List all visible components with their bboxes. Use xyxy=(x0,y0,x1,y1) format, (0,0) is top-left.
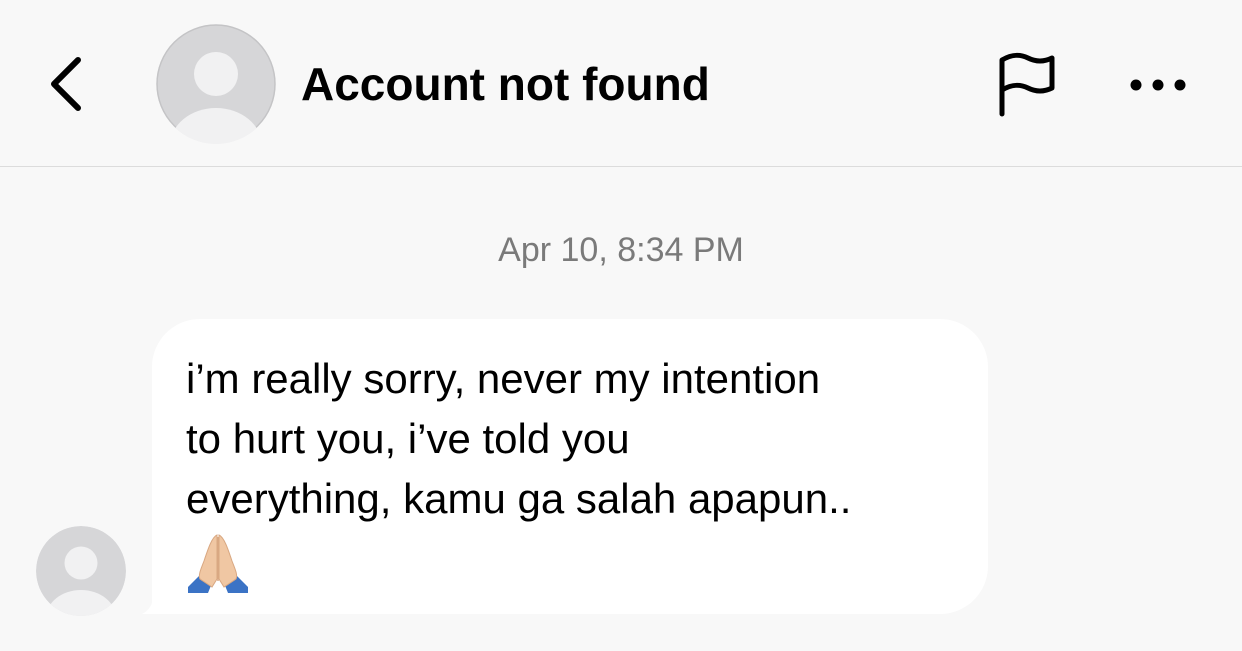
more-options-button[interactable] xyxy=(1118,60,1198,110)
back-button[interactable] xyxy=(36,48,96,120)
report-button[interactable] xyxy=(990,50,1062,120)
flag-icon xyxy=(999,52,1055,117)
message-timestamp: Apr 10, 8:34 PM xyxy=(498,231,744,269)
sender-avatar[interactable] xyxy=(36,526,126,616)
chevron-left-icon xyxy=(51,57,81,111)
default-avatar-icon xyxy=(156,24,276,144)
chat-header: Account not found xyxy=(0,0,1242,167)
message-bubble[interactable]: i’m really sorry, never my intention to … xyxy=(152,319,988,614)
contact-avatar[interactable] xyxy=(156,24,276,144)
more-horizontal-icon xyxy=(1130,79,1186,91)
message-text: i’m really sorry, never my intention to … xyxy=(186,355,852,522)
folded-hands-icon xyxy=(188,534,248,593)
default-avatar-icon xyxy=(36,526,126,616)
contact-name[interactable]: Account not found xyxy=(301,56,710,112)
